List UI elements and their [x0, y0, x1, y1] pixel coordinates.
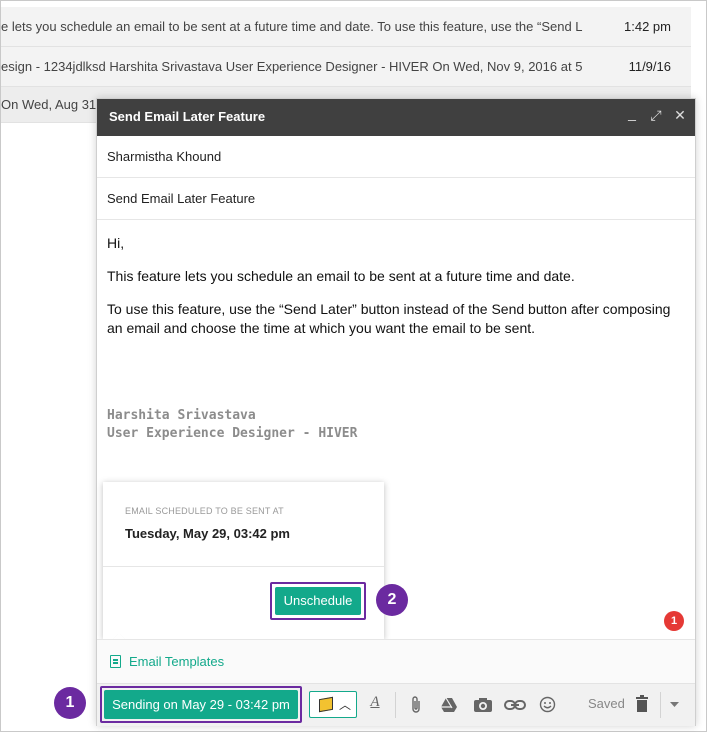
hiver-menu-button[interactable]: ︿ [309, 691, 357, 718]
body-paragraph: To use this feature, use the “Send Later… [107, 301, 671, 336]
attach-icon[interactable] [410, 696, 422, 714]
compose-titlebar[interactable]: Send Email Later Feature _ ⤢ ✕ [97, 99, 695, 136]
minimize-icon[interactable]: _ [624, 105, 640, 121]
notification-badge: 1 [664, 611, 684, 631]
row-date: 11/9/16 [628, 59, 671, 74]
popup-divider [103, 566, 384, 567]
emoji-icon[interactable] [539, 696, 556, 713]
compose-window: Send Email Later Feature _ ⤢ ✕ Sharmisth… [96, 98, 696, 726]
unschedule-button[interactable]: Unschedule [275, 587, 361, 615]
message-body[interactable]: Hi, This feature lets you schedule an em… [97, 220, 695, 338]
row-snippet: e lets you schedule an email to be sent … [1, 19, 583, 34]
hiver-icon [319, 696, 333, 713]
scheduled-label: EMAIL SCHEDULED TO BE SENT AT [125, 506, 284, 516]
drive-icon[interactable] [440, 697, 458, 713]
signature-role: User Experience Designer - HIVER [107, 426, 358, 441]
trash-icon[interactable] [635, 695, 649, 713]
signature: Harshita Srivastava User Experience Desi… [107, 407, 357, 443]
compose-title: Send Email Later Feature [109, 109, 266, 124]
step-2-badge: 2 [376, 584, 408, 616]
chevron-up-icon: ︿ [339, 698, 352, 712]
screenshot-frame: e lets you schedule an email to be sent … [0, 0, 707, 732]
expand-icon[interactable]: ⤢ [648, 107, 664, 124]
saved-status: Saved [588, 696, 625, 711]
subject-field[interactable]: Send Email Later Feature [97, 178, 695, 220]
step-1-badge: 1 [54, 687, 86, 719]
body-paragraph: This feature lets you schedule an email … [107, 268, 575, 284]
list-background [1, 129, 97, 729]
toolbar-divider [660, 692, 661, 718]
text-format-icon[interactable]: A [364, 694, 386, 711]
signature-name: Harshita Srivastava [107, 408, 256, 423]
toolbar-divider [395, 692, 396, 718]
send-later-button[interactable]: Sending on May 29 - 03:42 pm [104, 690, 298, 719]
more-options-icon[interactable] [670, 702, 679, 708]
row-snippet: esign - 1234jdlksd Harshita Srivastava U… [1, 59, 583, 74]
scheduled-popup: EMAIL SCHEDULED TO BE SENT AT Tuesday, M… [103, 482, 384, 645]
email-templates-link[interactable]: Email Templates [129, 654, 224, 669]
greeting: Hi, [107, 235, 125, 251]
inbox-row[interactable]: esign - 1234jdlksd Harshita Srivastava U… [1, 47, 691, 87]
to-field[interactable]: Sharmistha Khound [97, 136, 695, 178]
photo-icon[interactable] [473, 697, 493, 713]
scheduled-datetime: Tuesday, May 29, 03:42 pm [125, 526, 290, 541]
close-icon[interactable]: ✕ [672, 107, 688, 124]
link-icon[interactable] [504, 698, 526, 712]
row-date: 1:42 pm [624, 19, 671, 34]
compose-toolbar: Sending on May 29 - 03:42 pm ︿ A Saved [97, 683, 695, 726]
template-icon[interactable] [110, 655, 121, 668]
templates-bar: Email Templates [97, 639, 695, 683]
inbox-row[interactable]: e lets you schedule an email to be sent … [1, 7, 691, 47]
